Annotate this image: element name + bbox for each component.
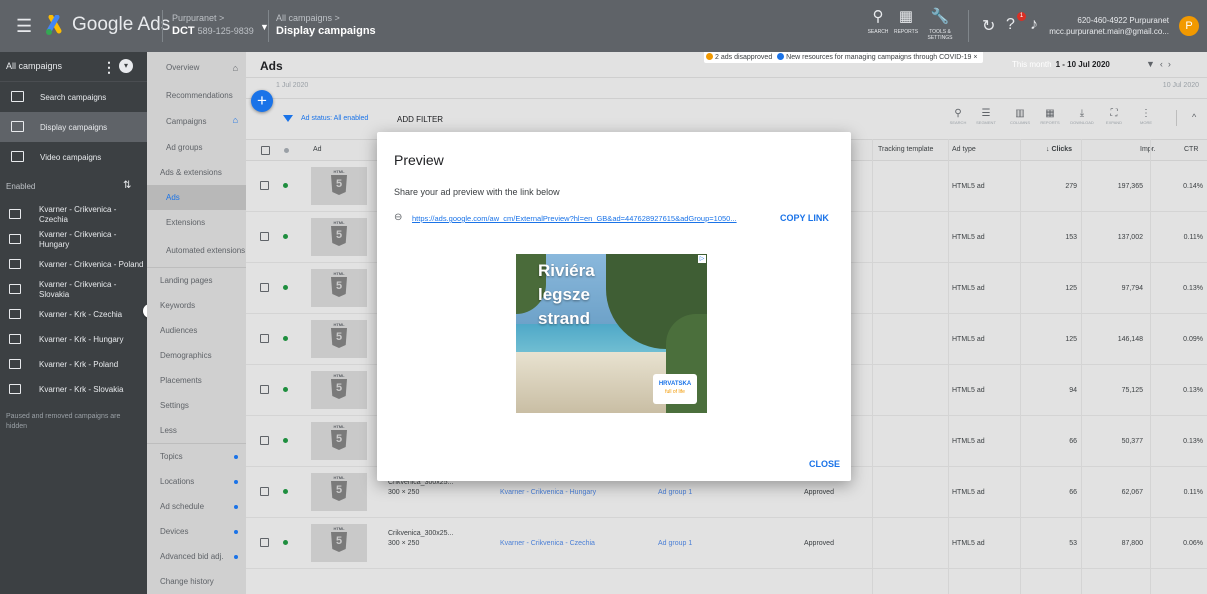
preview-link[interactable]: https://ads.google.com/aw_cm/ExternalPre…	[412, 214, 767, 223]
ad-headline-line-1: Riviéra	[538, 261, 595, 280]
dialog-subtitle: Share your ad preview with the link belo…	[394, 187, 560, 197]
preview-dialog: Preview Share your ad preview with the l…	[377, 132, 851, 481]
link-icon: ⊖	[394, 212, 403, 223]
logo-tagline: full of life	[665, 389, 685, 395]
ad-headline-line-3: strand	[538, 309, 590, 328]
close-button[interactable]: CLOSE	[809, 459, 840, 469]
ad-headline-line-2: legsze	[538, 285, 590, 304]
logo-title: HRVATSKA	[658, 381, 692, 387]
croatia-logo: HRVATSKA full of life	[653, 374, 697, 404]
dialog-title: Preview	[394, 152, 444, 168]
adchoices-icon[interactable]: ▷	[698, 255, 706, 263]
ad-preview-image: Riviéra legsze strand HRVATSKA full of l…	[516, 254, 707, 413]
copy-link-button[interactable]: COPY LINK	[780, 213, 829, 223]
